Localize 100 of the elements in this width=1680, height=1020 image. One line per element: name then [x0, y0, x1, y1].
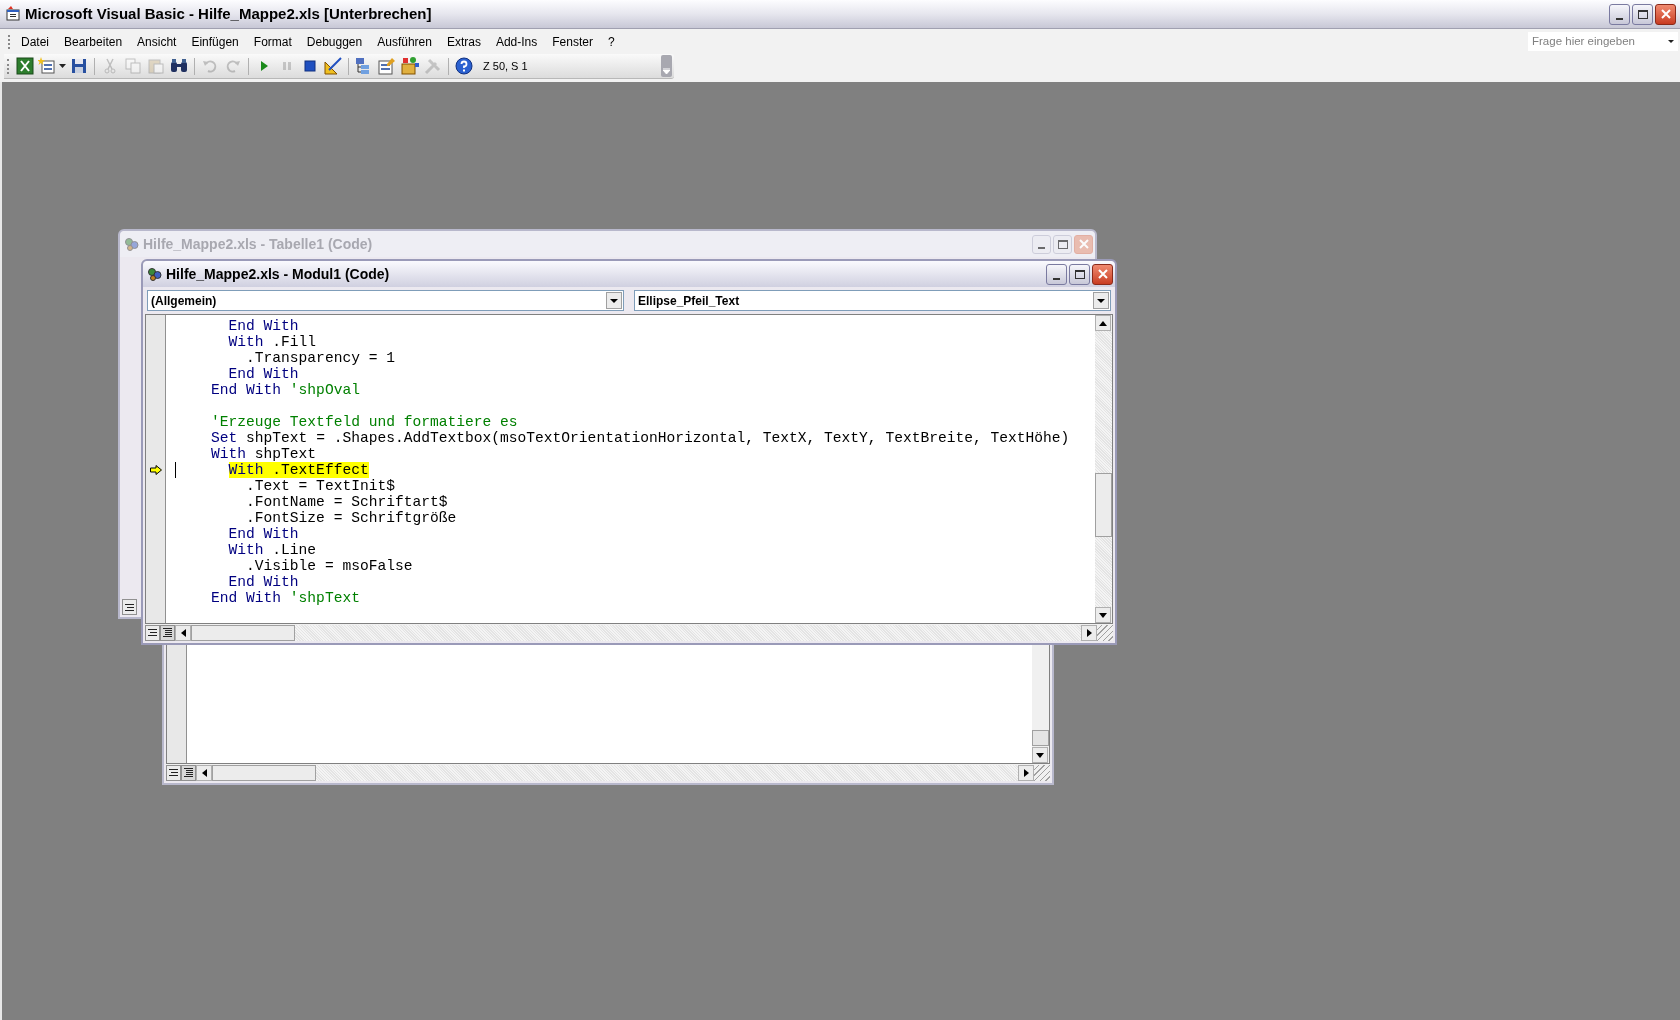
procedure-dropdown[interactable]: Ellipse_Pfeil_Text	[634, 290, 1111, 311]
caret-icon[interactable]	[59, 64, 66, 68]
procedure-view-button[interactable]	[145, 624, 160, 641]
full-module-view-button[interactable]	[181, 764, 196, 781]
triangle-icon	[1086, 628, 1092, 637]
close-icon	[1660, 9, 1671, 19]
scroll-right-button[interactable]	[1018, 764, 1034, 781]
chevron-down-icon	[663, 68, 670, 74]
maximize-icon	[1057, 239, 1068, 249]
code-line: End With	[228, 526, 299, 542]
lines-icon	[169, 769, 178, 776]
window-title: Hilfe_Mappe2.xls - Modul1 (Code)	[166, 264, 391, 284]
code-line: End With	[228, 574, 299, 590]
menu-item[interactable]: Ansicht	[137, 32, 177, 51]
scrollbar-thumb[interactable]	[1095, 473, 1112, 537]
menu-grip[interactable]	[8, 34, 11, 49]
lines-icon	[184, 768, 193, 777]
menu-item[interactable]: Format	[253, 32, 292, 51]
maximize-icon	[1074, 269, 1085, 279]
code-window-icon	[147, 266, 163, 282]
lines-icon	[125, 603, 134, 611]
code-line: .Transparency = 1	[246, 350, 395, 366]
scrollbar-thumb[interactable]	[212, 764, 316, 781]
lines-icon	[148, 629, 157, 636]
maximize-button[interactable]	[1069, 263, 1090, 285]
procedure-view-button[interactable]	[166, 764, 181, 781]
menu-item[interactable]: Extras	[446, 32, 481, 51]
triangle-icon	[1099, 612, 1107, 618]
menu-item[interactable]: Add-Ins	[495, 32, 538, 51]
code-line: End With	[228, 366, 299, 382]
code-line: End With 'shpText	[211, 590, 360, 606]
help-search-field[interactable]: Frage hier eingeben	[1528, 32, 1678, 51]
set-square-icon[interactable]	[324, 57, 342, 75]
code-line: .FontName = Schriftart$	[246, 494, 448, 510]
scroll-up-button[interactable]	[1095, 315, 1111, 331]
minimize-icon	[1053, 277, 1060, 280]
insert-module-icon[interactable]	[38, 57, 56, 75]
scroll-down-button[interactable]	[1032, 747, 1048, 763]
full-module-view-button[interactable]	[160, 624, 175, 641]
menu-item[interactable]: Bearbeiten	[64, 32, 123, 51]
code-line: .Visible = msoFalse	[246, 558, 413, 574]
scrollbar-thumb[interactable]	[191, 624, 295, 641]
menu-item[interactable]: Debuggen	[306, 32, 363, 51]
text-cursor	[175, 462, 176, 478]
close-icon	[1078, 239, 1089, 249]
save-icon[interactable]	[71, 58, 87, 74]
scroll-down-button[interactable]	[1095, 607, 1111, 623]
caret-icon[interactable]	[1093, 292, 1109, 309]
maximize-icon	[1637, 9, 1648, 19]
minimize-button[interactable]	[1046, 263, 1067, 285]
scroll-left-button[interactable]	[175, 624, 191, 641]
object-browser-icon[interactable]	[401, 57, 419, 75]
cursor-position: Z 50, S 1	[482, 58, 529, 74]
menu-item[interactable]: Datei	[21, 32, 49, 51]
object-dropdown[interactable]: (Allgemein)	[147, 290, 624, 311]
code-line: Set shpText = .Shapes.AddTextbox(msoTextOrientationHorizontal, TextX, TextY, TextBreite, TextHöhe)	[211, 430, 1070, 446]
menu-item[interactable]: Einfügen	[191, 32, 239, 51]
triangle-icon	[180, 628, 186, 637]
resize-grip-icon[interactable]	[1034, 764, 1050, 781]
menu-item[interactable]: Fenster	[552, 32, 593, 51]
close-icon	[1097, 269, 1108, 279]
excel-icon[interactable]	[16, 57, 34, 75]
menu-item[interactable]: ?	[607, 32, 615, 51]
scroll-left-button[interactable]	[196, 764, 212, 781]
triangle-icon	[1023, 768, 1029, 777]
code-line: With .Line	[228, 542, 317, 558]
vba-window-icon	[5, 6, 21, 22]
help-icon[interactable]	[455, 57, 473, 75]
binoculars-icon[interactable]	[170, 58, 188, 74]
close-button[interactable]	[1092, 263, 1113, 285]
minimize-icon	[1616, 17, 1623, 20]
toolbar-grip[interactable]	[7, 58, 10, 74]
code-line: .FontSize = Schriftgröße	[246, 510, 457, 526]
code-line: .Text = TextInit$	[246, 478, 395, 494]
code-line: 'Erzeuge Textfeld und formatiere es	[211, 414, 518, 430]
caret-icon	[1668, 40, 1674, 43]
menu-item[interactable]: Ausführen	[377, 32, 432, 51]
triangle-icon	[1036, 752, 1044, 758]
code-line: End With	[228, 318, 299, 334]
code-window-icon	[124, 236, 140, 252]
minimize-button[interactable]	[1609, 3, 1630, 25]
lines-icon	[163, 628, 172, 637]
triangle-icon	[201, 768, 207, 777]
stop-icon[interactable]	[303, 59, 317, 73]
properties-icon[interactable]	[378, 57, 396, 75]
triangle-icon	[610, 298, 618, 303]
code-line: With .Fill	[228, 334, 317, 350]
scroll-right-button[interactable]	[1081, 624, 1097, 641]
app-title: Microsoft Visual Basic - Hilfe_Mappe2.xls [Unterbrechen]	[25, 3, 433, 24]
triangle-icon	[1097, 298, 1105, 303]
scrollbar-thumb[interactable]	[1032, 730, 1049, 746]
procedure-view-button[interactable]	[122, 599, 137, 615]
minimize-icon	[1038, 246, 1045, 249]
code-line: End With 'shpOval	[211, 382, 360, 398]
maximize-button[interactable]	[1632, 3, 1653, 25]
caret-icon[interactable]	[606, 292, 622, 309]
window-title: Hilfe_Mappe2.xls - Tabelle1 (Code)	[143, 234, 374, 254]
code-line: With shpText	[211, 446, 317, 462]
resize-grip-icon[interactable]	[1097, 624, 1113, 641]
close-button[interactable]	[1655, 3, 1676, 25]
